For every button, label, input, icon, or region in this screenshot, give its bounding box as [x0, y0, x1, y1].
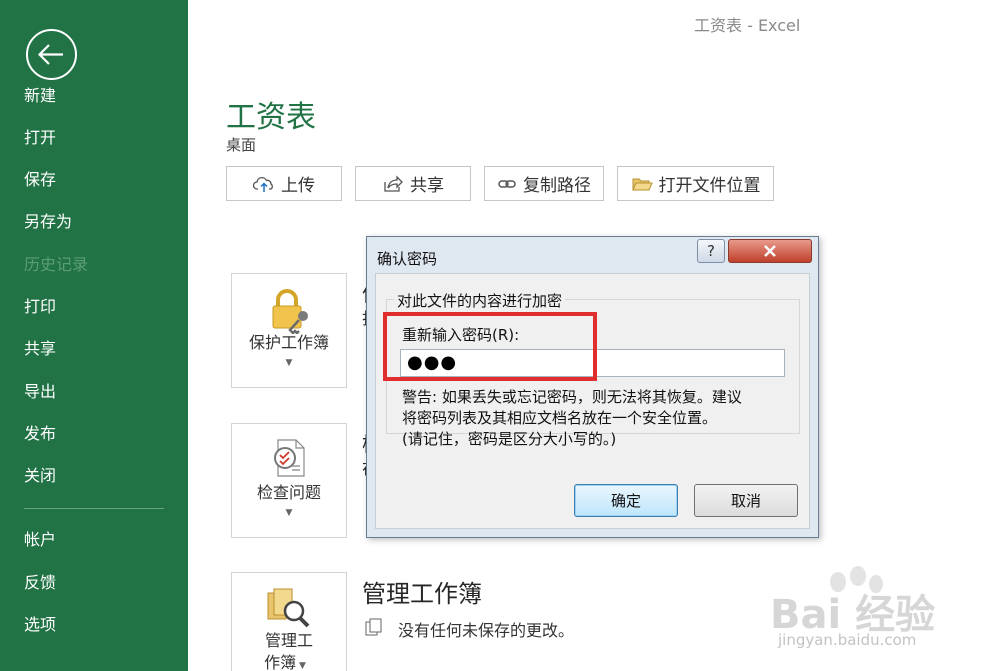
sidebar-item-options[interactable]: 选项 — [24, 615, 56, 635]
share-icon — [384, 174, 403, 192]
confirm-password-dialog: 确认密码 ? 对此文件的内容进行加密 重新输入密码(R): ●●● 警告: 如果… — [366, 236, 819, 538]
sidebar-item-history: 历史记录 — [24, 255, 89, 274]
encrypt-group-label: 对此文件的内容进行加密 — [394, 290, 566, 311]
sidebar-item-save-as[interactable]: 另存为 — [24, 212, 72, 232]
sidebar-item-print[interactable]: 打印 — [24, 297, 56, 317]
chevron-down-icon: ▼ — [285, 508, 293, 518]
window-title: 工资表 - Excel — [694, 16, 801, 35]
watermark-url: jingyan.baidu.com — [778, 631, 917, 649]
manage-workbook-label-line1: 管理工 — [264, 631, 313, 650]
sidebar-item-new[interactable]: 新建 — [24, 86, 56, 106]
chevron-down-icon: ▼ — [285, 358, 293, 368]
lock-key-icon — [272, 289, 308, 334]
link-icon — [498, 179, 516, 188]
file-location: 桌面 — [226, 136, 257, 154]
open-file-location-label: 打开文件位置 — [658, 176, 761, 196]
manage-workbook-tile[interactable]: 管理工 作簿 ▼ — [231, 572, 347, 671]
back-button[interactable] — [26, 29, 77, 80]
folder-icon — [631, 178, 653, 190]
page-title: 工资表 — [226, 100, 316, 135]
manage-workbook-label-line2: 作簿 ▼ — [264, 653, 306, 671]
backstage-sidebar: 新建 打开 保存 另存为 历史记录 打印 共享 导出 发布 关闭 帐户 反馈 选… — [0, 0, 188, 671]
sidebar-item-account[interactable]: 帐户 — [24, 530, 56, 550]
sidebar-item-open[interactable]: 打开 — [24, 128, 56, 148]
cloud-upload-icon — [253, 176, 273, 192]
manage-section-title: 管理工作簿 — [362, 580, 482, 608]
upload-label: 上传 — [281, 176, 315, 196]
protect-workbook-label: 保护工作簿 — [248, 333, 329, 352]
help-icon: ? — [707, 242, 715, 260]
share-button[interactable]: 共享 — [355, 166, 471, 201]
back-arrow-icon — [37, 44, 63, 65]
sidebar-item-save[interactable]: 保存 — [24, 170, 56, 190]
open-file-location-button[interactable]: 打开文件位置 — [617, 166, 774, 201]
copy-path-label: 复制路径 — [523, 176, 591, 196]
protect-workbook-tile[interactable]: 保护工作簿 ▼ — [231, 273, 347, 388]
sidebar-item-share[interactable]: 共享 — [24, 339, 56, 359]
sidebar-item-export[interactable]: 导出 — [24, 382, 56, 402]
share-label: 共享 — [410, 176, 444, 196]
check-issues-label: 检查问题 — [256, 483, 321, 502]
copy-path-button[interactable]: 复制路径 — [484, 166, 604, 201]
sidebar-item-publish[interactable]: 发布 — [24, 424, 56, 444]
close-button[interactable] — [728, 239, 812, 263]
manage-workbook-icon — [267, 588, 310, 628]
upload-button[interactable]: 上传 — [226, 166, 342, 201]
ok-button[interactable]: 确定 — [574, 484, 678, 517]
warning-text: 警告: 如果丢失或忘记密码，则无法将其恢复。建议 将密码列表及其相应文档名放在一… — [402, 388, 742, 448]
inspect-document-icon — [274, 439, 305, 477]
check-issues-tile[interactable]: 检查问题 ▼ — [231, 423, 347, 538]
sidebar-item-feedback[interactable]: 反馈 — [24, 573, 56, 593]
sidebar-item-close[interactable]: 关闭 — [24, 466, 56, 486]
help-button[interactable]: ? — [697, 239, 725, 263]
document-copy-icon — [365, 618, 382, 636]
close-icon — [764, 245, 776, 257]
manage-section-desc: 没有任何未保存的更改。 — [398, 621, 575, 640]
sidebar-divider — [24, 508, 164, 509]
cancel-button[interactable]: 取消 — [694, 484, 798, 517]
dialog-title: 确认密码 — [377, 250, 438, 268]
highlight-box — [383, 312, 597, 381]
